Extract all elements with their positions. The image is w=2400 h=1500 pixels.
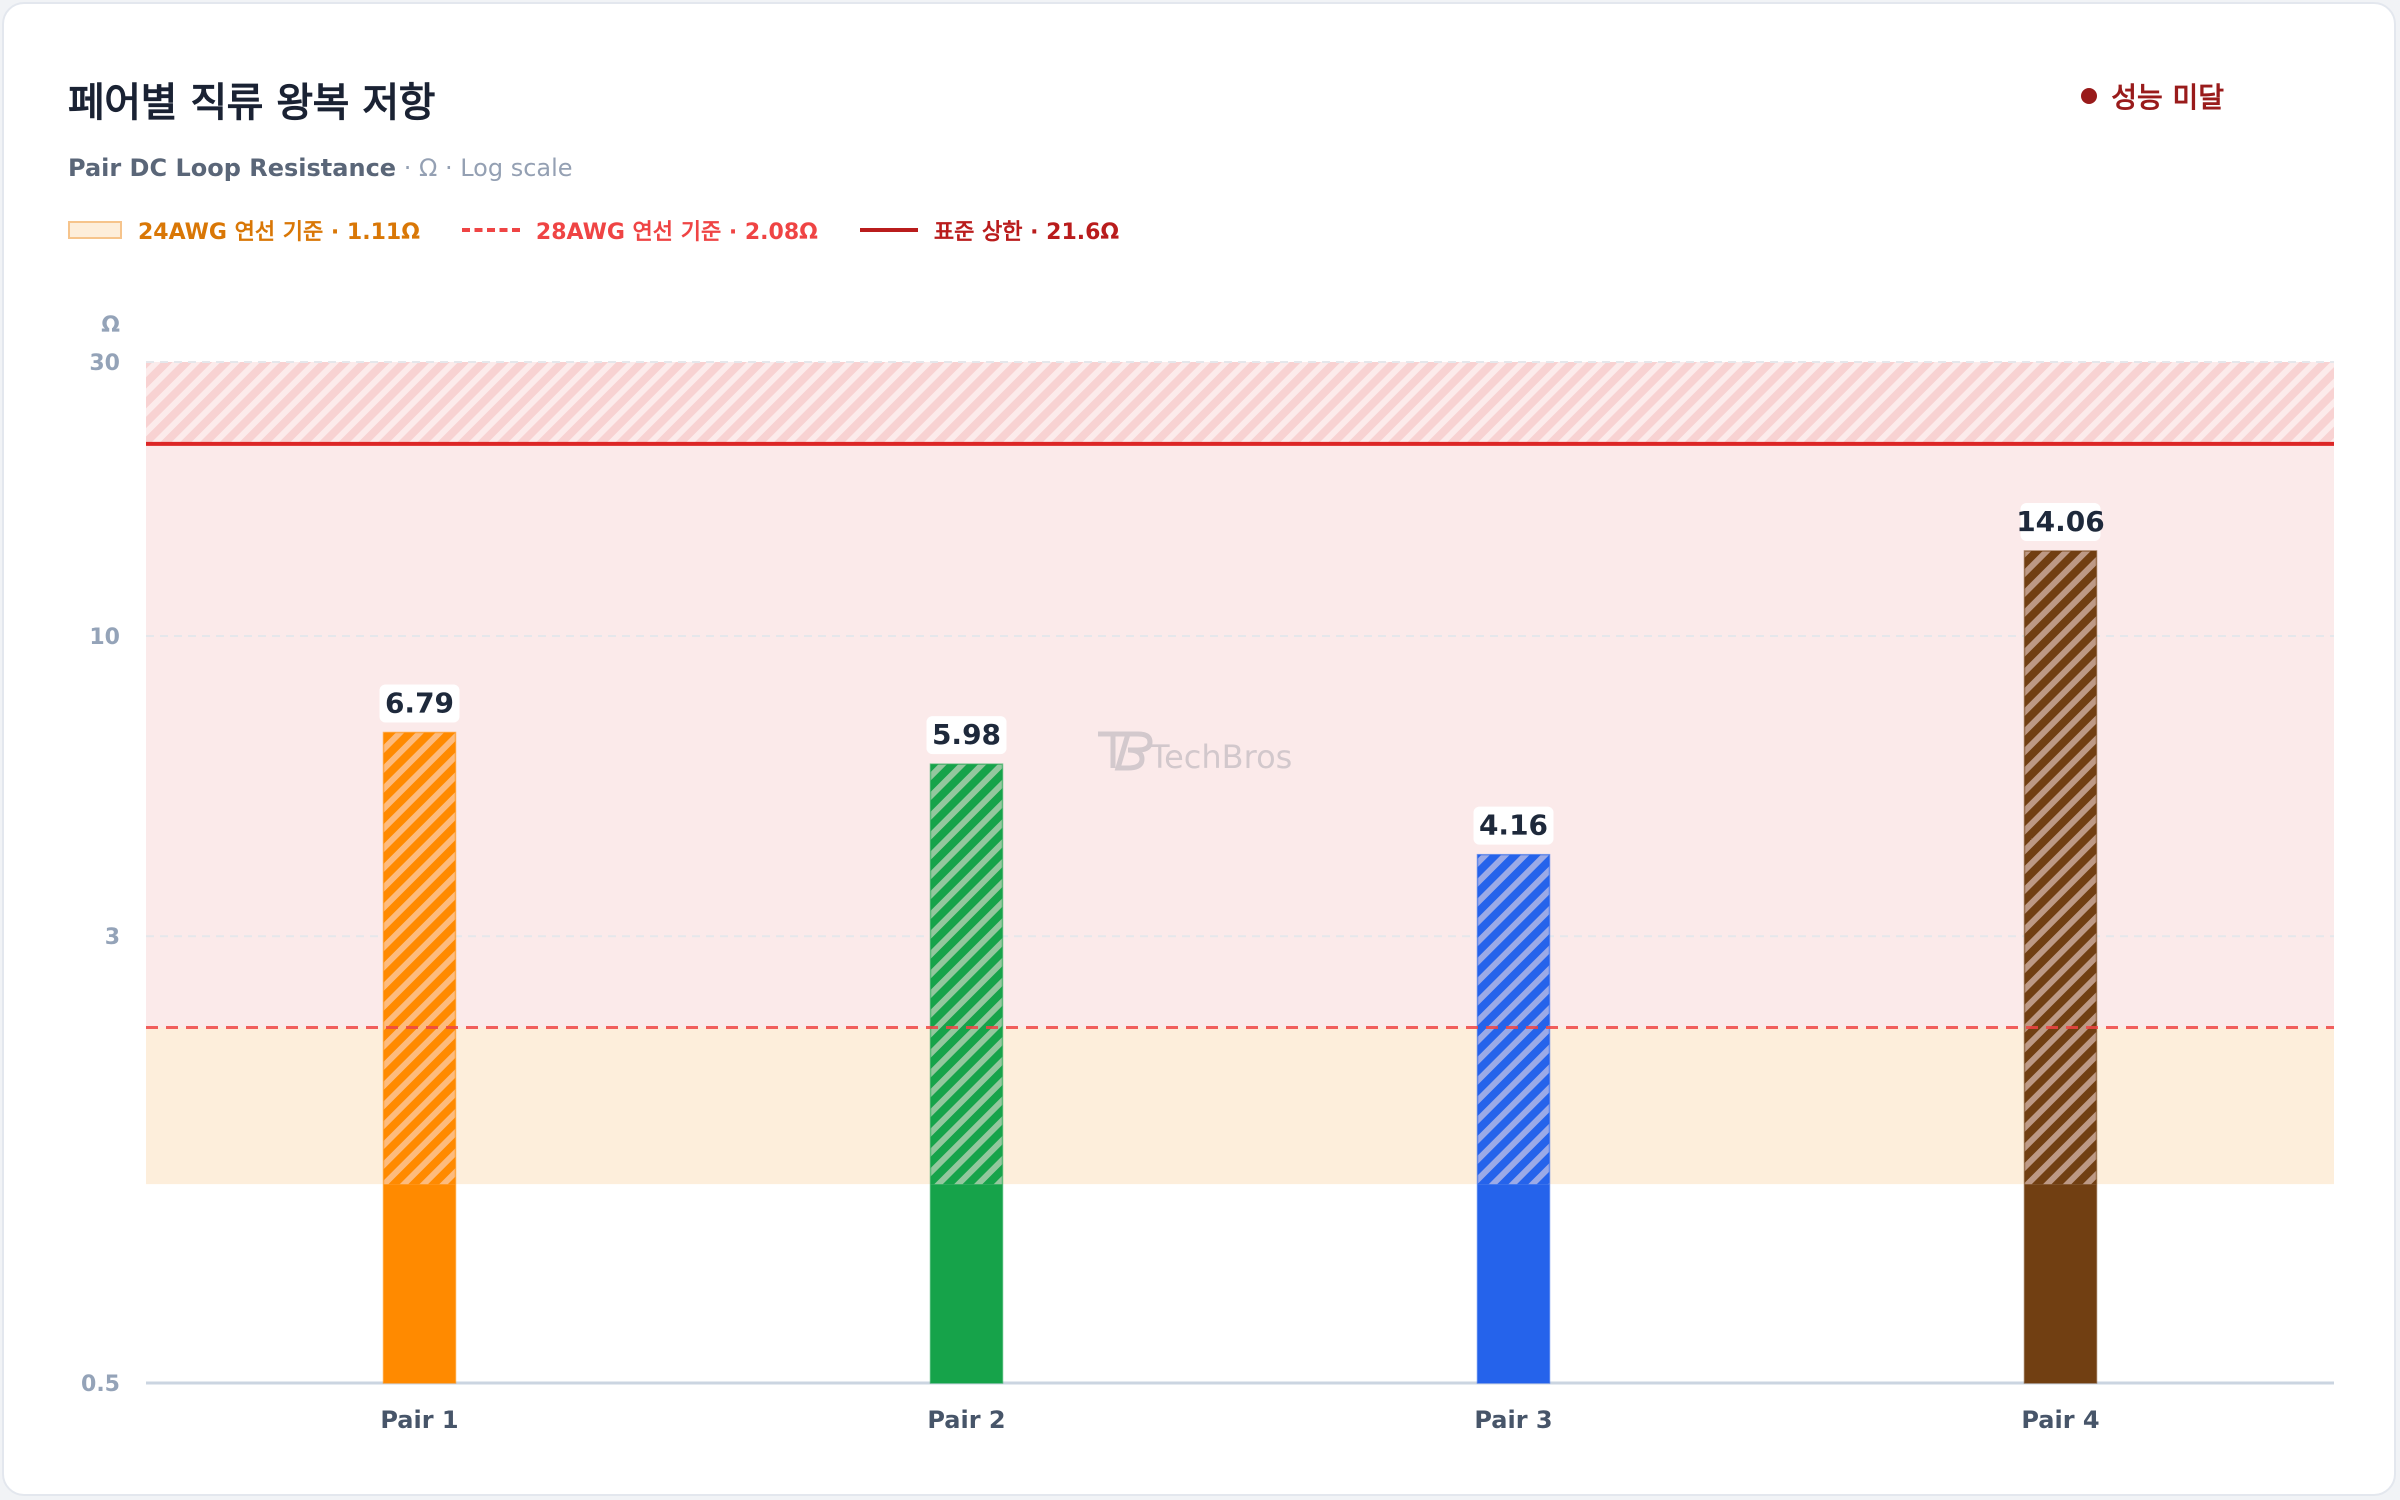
x-tick-label: Pair 1 (380, 1406, 458, 1434)
bar-hatched-segment (930, 764, 1003, 1185)
data-label: 5.98 (932, 718, 1001, 751)
resistance-bar-chart: 0.5 3 10 30 Ω TechBros 6.79 Pair 1 5.98 Pair 2 4.1… (81, 313, 2334, 1434)
bar-solid-segment (930, 1184, 1003, 1383)
over-28awg-zone (146, 443, 2334, 1028)
x-tick-label: Pair 3 (1474, 1406, 1552, 1434)
watermark-text: TechBros (1149, 738, 1292, 776)
y-tick-label: 3 (105, 925, 120, 950)
y-tick-label: 0.5 (81, 1372, 120, 1397)
bar-hatched-segment (1477, 854, 1550, 1185)
bar-hatched-segment (2024, 550, 2097, 1185)
x-tick-label: Pair 2 (927, 1406, 1005, 1434)
data-label: 4.16 (1479, 809, 1548, 842)
bar-solid-segment (383, 1184, 456, 1383)
bar-solid-segment (1477, 1184, 1550, 1383)
data-label: 6.79 (385, 686, 454, 719)
bar-solid-segment (2024, 1184, 2097, 1383)
data-label: 14.06 (2016, 505, 2105, 538)
y-tick-label: 10 (89, 625, 120, 650)
awg24-reference-band (146, 1027, 2334, 1185)
y-tick-label: 30 (89, 351, 120, 376)
y-axis-label: Ω (101, 313, 120, 338)
above-limit-hatch-zone (146, 362, 2334, 444)
x-tick-label: Pair 4 (2021, 1406, 2099, 1434)
bar-hatched-segment (383, 732, 456, 1185)
